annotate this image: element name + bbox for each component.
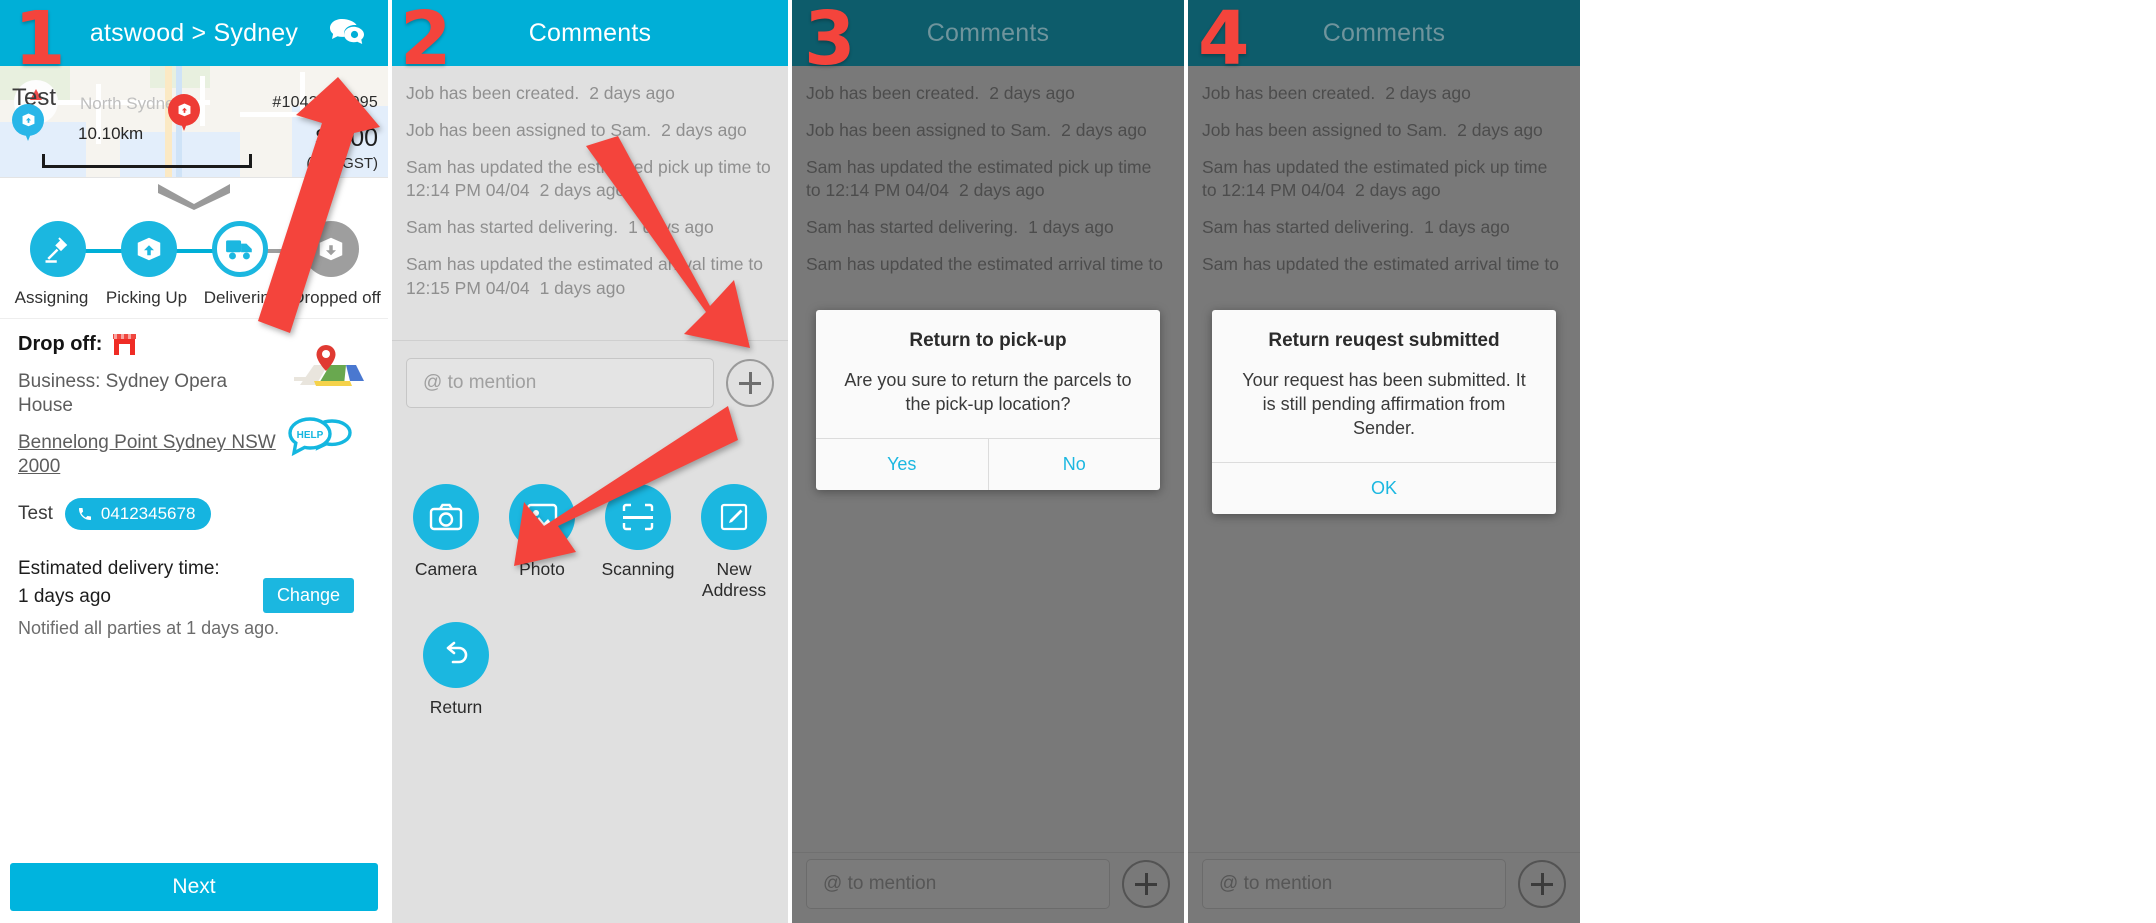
pickup-pin[interactable] bbox=[12, 104, 44, 144]
panel-return-confirm-dialog: Comments Job has been created. 2 days ago… bbox=[792, 0, 1184, 923]
help-bubbles-icon[interactable]: HELP bbox=[288, 417, 366, 463]
gavel-icon bbox=[45, 237, 67, 263]
dialog-message: Are you sure to return the parcels to th… bbox=[844, 370, 1132, 415]
modal-scrim[interactable] bbox=[792, 66, 1184, 923]
no-button[interactable]: No bbox=[987, 439, 1161, 491]
action-return[interactable]: Return bbox=[410, 622, 502, 718]
dropoff-business: Business: Sydney Opera House bbox=[18, 371, 228, 417]
annotation-number-3: 3 bbox=[804, 0, 856, 82]
annotation-arrow-3 bbox=[514, 406, 738, 566]
comment-ago: 2 days ago bbox=[589, 83, 675, 103]
comments-icon[interactable] bbox=[328, 17, 366, 49]
dialog-message: Your request has been submitted. It is s… bbox=[1242, 370, 1526, 439]
action-camera[interactable]: Camera bbox=[400, 484, 492, 580]
return-confirm-dialog: Return to pick-up Are you sure to return… bbox=[816, 310, 1161, 491]
dropoff-address[interactable]: Bennelong Point Sydney NSW 2000 bbox=[18, 431, 280, 480]
eta-label: Estimated delivery time: bbox=[18, 558, 220, 579]
distance-label: 10.10km bbox=[78, 124, 144, 143]
panel-return-submitted-dialog: Comments Job has been created. 2 days ago… bbox=[1188, 0, 1580, 923]
page-title: Comments bbox=[528, 18, 652, 47]
svg-text:HELP: HELP bbox=[297, 430, 324, 441]
dialog-title: Return reuqest submitted bbox=[1268, 330, 1500, 351]
dropoff-pin[interactable] bbox=[168, 94, 200, 134]
dialog-title: Return to pick-up bbox=[909, 330, 1067, 351]
page-title: Comments bbox=[1322, 18, 1446, 47]
phone-number: 0412345678 bbox=[100, 504, 196, 523]
step-node-assigning[interactable] bbox=[29, 221, 86, 277]
page-title: atswood > Sydney bbox=[89, 18, 299, 47]
return-submitted-dialog: Return reuqest submitted Your request ha… bbox=[1212, 310, 1556, 515]
comments-body-3: Job has been created. 2 days ago Job has … bbox=[792, 66, 1184, 923]
call-button[interactable]: 0412345678 bbox=[64, 498, 212, 530]
dropoff-details: Drop off: Business: Sydney Opera House B… bbox=[0, 319, 388, 639]
ok-button[interactable]: OK bbox=[1212, 463, 1556, 514]
phone-icon bbox=[78, 508, 91, 520]
dialog-actions: Yes No bbox=[816, 439, 1161, 491]
storefront-icon bbox=[112, 333, 137, 356]
next-button[interactable]: Next bbox=[10, 863, 378, 911]
comments-body-4: Job has been created. 2 days ago Job has … bbox=[1188, 66, 1580, 923]
annotation-number-4: 4 bbox=[1198, 0, 1250, 82]
page-title: Comments bbox=[926, 18, 1050, 47]
detail-side-icons: HELP bbox=[288, 341, 374, 463]
step-node-picking-up[interactable] bbox=[120, 221, 177, 277]
dialog-actions: OK bbox=[1212, 463, 1556, 514]
action-label: Camera bbox=[414, 559, 478, 579]
distance-bar bbox=[42, 154, 252, 168]
change-eta-button[interactable]: Change bbox=[262, 578, 354, 613]
list-item: Job has been created. 2 days ago bbox=[406, 82, 774, 106]
yes-button[interactable]: Yes bbox=[816, 439, 988, 490]
step-label-assigning: Assigning bbox=[14, 288, 89, 307]
contact-row: Test 0412345678 bbox=[18, 498, 370, 530]
chevron-down-icon bbox=[158, 184, 230, 215]
eta-block: Estimated delivery time: 1 days ago Noti… bbox=[18, 558, 370, 639]
screenshot-stage: atswood > Sydney Test North Sydney 10.10… bbox=[0, 0, 2156, 923]
camera-icon bbox=[413, 484, 479, 550]
comment-text: Job has been created. bbox=[406, 83, 580, 103]
google-maps-icon[interactable] bbox=[294, 341, 368, 391]
annotation-arrow-1 bbox=[258, 77, 380, 333]
step-label-picking-up: Picking Up bbox=[105, 288, 188, 307]
action-label: Return bbox=[429, 697, 483, 718]
annotation-number-1: 1 bbox=[14, 0, 66, 82]
contact-name: Test bbox=[18, 503, 53, 524]
eta-notified: Notified all parties at 1 days ago. bbox=[18, 618, 280, 638]
package-up-icon bbox=[137, 237, 160, 261]
dropoff-label: Drop off: bbox=[18, 333, 103, 355]
annotation-arrow-2 bbox=[586, 136, 750, 348]
annotation-number-2: 2 bbox=[400, 0, 452, 82]
return-arrow-icon bbox=[423, 622, 489, 689]
